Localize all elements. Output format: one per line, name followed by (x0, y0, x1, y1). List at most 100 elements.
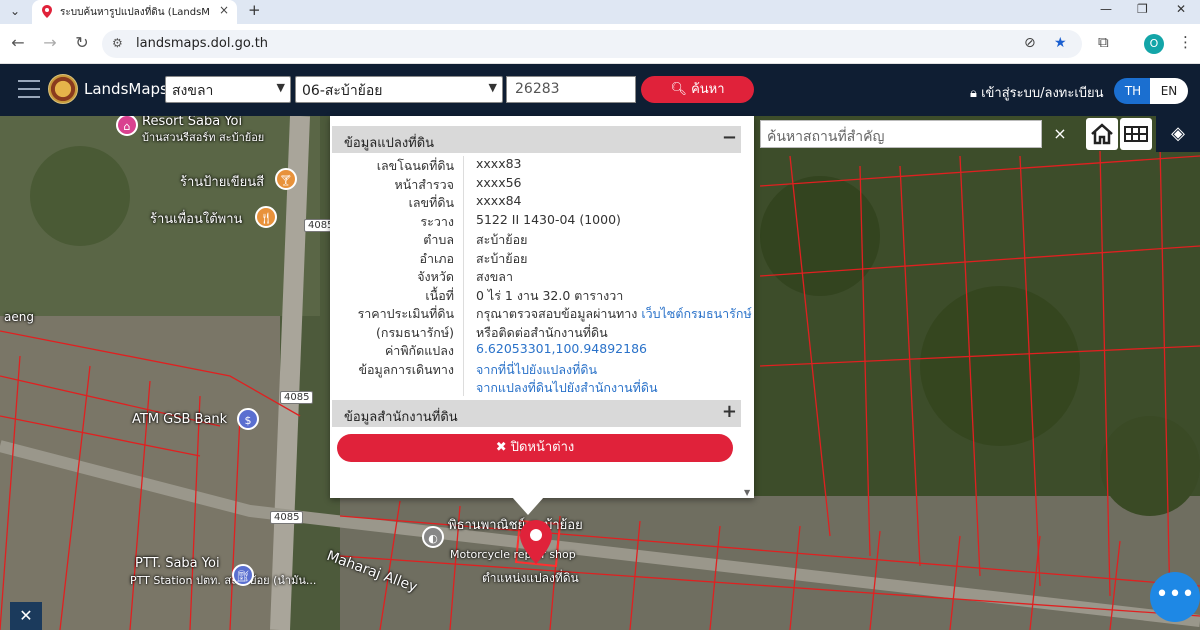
parcel-info-popup: ข้อมูลแปลงที่ดิน − เลขโฉนดที่ดิน xxxx83 ห… (330, 116, 754, 498)
app-header: LandsMaps สงขลา ▼ 06-สะบ้าย้อย ▼ 26283 🔍… (0, 64, 1200, 116)
price-value-text: กรุณาตรวจสอบข้อมูลผ่านทาง (476, 306, 638, 321)
home-icon[interactable] (1086, 118, 1118, 150)
measure-tool-icon[interactable]: ✕ (10, 602, 42, 630)
info-key: ค่าพิกัดแปลง (384, 343, 454, 358)
place-search-input[interactable]: ค้นหาสถานที่สำคัญ (760, 120, 1042, 148)
minimize-icon[interactable]: — (1100, 2, 1112, 16)
info-value: หรือติดต่อสำนักงานที่ดิน (476, 324, 608, 340)
map-pin-favicon-icon (42, 5, 52, 18)
collapse-icon[interactable]: − (722, 127, 737, 148)
map-label-atm[interactable]: ATM GSB Bank (132, 412, 227, 427)
info-row: ราคาประเมินที่ดิน กรุณาตรวจสอบข้อมูลผ่านท… (330, 304, 752, 322)
hamburger-menu-icon[interactable] (18, 80, 40, 98)
map-label-resort-thai[interactable]: บ้านสวนรีสอร์ท สะบ้าย้อย (142, 128, 264, 146)
address-bar[interactable]: ⚙ landsmaps.dol.go.th ⊘ ★ (102, 30, 1082, 58)
scroll-down-icon[interactable]: ▼ (744, 488, 750, 497)
layers-icon[interactable]: ◈ (1156, 116, 1200, 152)
info-value: 0 ไร่ 1 งาน 32.0 ตารางวา (476, 287, 624, 303)
info-value: xxxx83 (476, 156, 522, 171)
route-to-parcel-link[interactable]: จากที่นี่ไปยังแปลงที่ดิน (476, 360, 597, 380)
bar-icon[interactable]: 🍸︎ (275, 168, 297, 190)
close-window-button[interactable]: ✖ ปิดหน้าต่าง (337, 434, 733, 462)
info-key: ราคาประเมินที่ดิน (357, 306, 454, 321)
tab-close-icon[interactable]: × (219, 3, 229, 17)
map-label-parcel-position: ตำแหน่งแปลงที่ดิน (482, 571, 579, 585)
back-icon[interactable]: ← (8, 33, 28, 52)
restaurant-icon[interactable]: 🍴︎ (255, 206, 277, 228)
tab-search-icon[interactable]: ⌄ (4, 0, 26, 22)
new-tab-button[interactable]: + (248, 1, 261, 19)
district-select-value: 06-สะบ้าย้อย (302, 83, 383, 99)
info-row: ค่าพิกัดแปลง 6.62053301,100.94892186 (330, 341, 742, 359)
map-label-motorcycle[interactable]: Motorcycle repair shop (450, 548, 576, 561)
info-key: ตำบล (423, 232, 454, 247)
site-info-icon[interactable]: ⚙ (112, 36, 123, 50)
close-window-icon[interactable]: ✕ (1176, 2, 1186, 16)
province-select-value: สงขลา (172, 83, 214, 99)
dol-logo (48, 74, 78, 104)
info-value: xxxx56 (476, 174, 522, 190)
lock-icon: 🔒︎ (970, 86, 977, 101)
forward-icon[interactable]: → (40, 33, 60, 52)
route-to-office-link[interactable]: จากแปลงที่ดินไปยังสำนักงานที่ดิน (476, 378, 658, 398)
lang-th-button[interactable]: TH (1114, 78, 1152, 104)
map-label-aeng: aeng (4, 310, 34, 324)
profile-avatar[interactable]: O (1144, 34, 1164, 54)
info-row: ตำบล สะบ้าย้อย (330, 230, 742, 248)
clear-search-icon[interactable]: × (1044, 120, 1076, 148)
repair-shop-icon[interactable]: ◐ (422, 526, 444, 548)
parcel-info-section-title: ข้อมูลแปลงที่ดิน (344, 136, 435, 151)
parcel-info-section-header[interactable]: ข้อมูลแปลงที่ดิน − (332, 126, 741, 153)
expand-icon[interactable]: + (722, 401, 737, 422)
search-button-label: ค้นหา (691, 82, 725, 97)
bank-icon[interactable]: $ (237, 408, 259, 430)
popup-scrollbar[interactable]: ▼ (742, 156, 754, 497)
url-text[interactable]: landsmaps.dol.go.th (136, 36, 268, 51)
popup-pointer (512, 497, 544, 515)
info-key: หน้าสำรวจ (394, 176, 454, 192)
treasury-website-link[interactable]: เว็บไซต์กรมธนารักษ์ (641, 306, 751, 321)
info-row: เลขโฉนดที่ดิน xxxx83 (330, 156, 742, 174)
info-key: อำเภอ (419, 250, 454, 266)
map-label-ran-pai[interactable]: ร้านป้ายเขียนสี (180, 171, 264, 192)
browser-tab[interactable]: ระบบค้นหารูปแปลงที่ดิน (LandsMaps) × (32, 0, 237, 24)
info-row: ระวาง 5122 II 1430-04 (1000) (330, 212, 742, 230)
info-row: ข้อมูลการเดินทาง จากที่นี่ไปยังแปลงที่ดิน (330, 360, 742, 378)
district-select[interactable]: 06-สะบ้าย้อย ▼ (295, 76, 503, 103)
coordinate-link[interactable]: 6.62053301,100.94892186 (476, 341, 647, 356)
land-office-section-title: ข้อมูลสำนักงานที่ดิน (344, 410, 458, 425)
search-button[interactable]: 🔍︎ ค้นหา (641, 76, 754, 103)
map-label-ptt-thai[interactable]: PTT Station ปตท. สะบ้าย้อย (นำมัน... (130, 571, 316, 589)
chat-icon[interactable]: ••• (1150, 572, 1200, 622)
parcel-number-input[interactable]: 26283 (506, 76, 636, 103)
map-label-phithan[interactable]: พิธานพาณิชย์ สะบ้าย้อย (448, 514, 583, 535)
map-label-ptt[interactable]: PTT. Saba Yoi (135, 556, 220, 571)
tab-title: ระบบค้นหารูปแปลงที่ดิน (LandsMaps) (60, 7, 210, 18)
restore-icon[interactable]: ❐ (1137, 2, 1148, 16)
info-value: xxxx84 (476, 193, 522, 208)
info-value: สงขลา (476, 269, 513, 284)
price-value: กรุณาตรวจสอบข้อมูลผ่านทาง เว็บไซต์กรมธนา… (476, 304, 752, 324)
bookmark-star-icon[interactable]: ★ (1054, 35, 1067, 51)
parcel-location-pin-icon[interactable] (520, 520, 552, 564)
reload-icon[interactable]: ↻ (72, 33, 92, 52)
land-office-section-header[interactable]: ข้อมูลสำนักงานที่ดิน + (332, 400, 741, 427)
info-value: สะบ้าย้อย (476, 232, 528, 247)
info-row: (กรมธนารักษ์) หรือติดต่อสำนักงานที่ดิน (330, 323, 742, 341)
gas-station-icon[interactable]: ⛽︎ (232, 564, 254, 586)
grid-icon[interactable] (1120, 118, 1152, 150)
lang-en-button[interactable]: EN (1150, 78, 1188, 104)
browser-menu-icon[interactable]: ⋮ (1178, 33, 1193, 51)
info-key: ข้อมูลการเดินทาง (358, 361, 454, 377)
info-row: หน้าสำรวจ xxxx56 (330, 175, 742, 193)
extensions-icon[interactable]: ⧉ (1098, 33, 1109, 51)
info-key: เนื้อที่ (425, 287, 454, 303)
location-blocked-icon[interactable]: ⊘ (1024, 35, 1036, 51)
province-select[interactable]: สงขลา ▼ (165, 76, 291, 103)
info-row: เลขที่ดิน xxxx84 (330, 193, 742, 211)
info-key: (กรมธนารักษ์) (376, 324, 454, 340)
browser-toolbar: ← → ↻ ⚙ landsmaps.dol.go.th ⊘ ★ ⧉ O ⋮ (0, 24, 1200, 64)
login-link[interactable]: 🔒︎ เข้าสู่ระบบ/ลงทะเบียน (970, 82, 1104, 103)
map-label-ran-pueon[interactable]: ร้านเพื่อนใต้พาน (150, 208, 242, 229)
brand-title: LandsMaps (84, 80, 168, 98)
